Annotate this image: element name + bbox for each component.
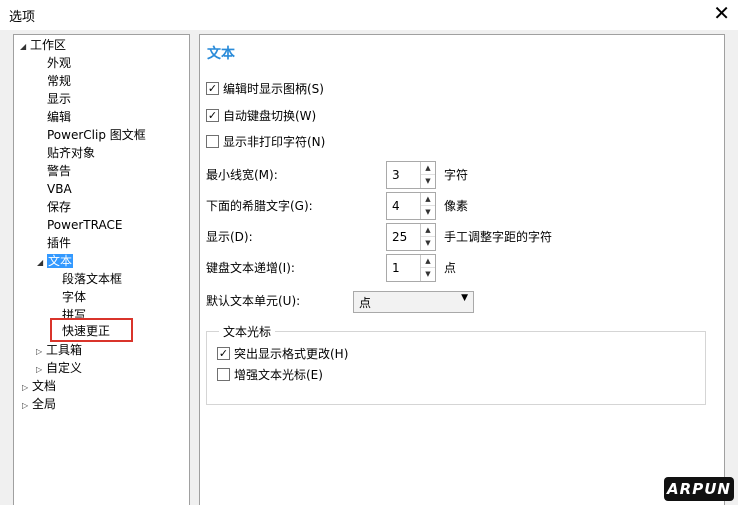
spin-up-icon[interactable]: ▲	[421, 224, 435, 237]
tree-item-text[interactable]: ◢ 文本	[37, 252, 74, 272]
default-unit-select[interactable]: 点 ▼	[353, 291, 474, 313]
tree-item-snap[interactable]: 贴齐对象	[47, 144, 95, 162]
greek-text-unit: 像素	[444, 199, 469, 213]
options-tree[interactable]: ◢ 工作区 外观 常规 显示 编辑 PowerClip 图文框 贴齐对象 警告 V…	[13, 34, 190, 505]
show-handles-checkbox[interactable]	[206, 82, 219, 95]
spinner-value[interactable]: 3	[392, 168, 400, 182]
highlight-format-option[interactable]: 突出显示格式更改(H)	[217, 345, 348, 363]
keyboard-increment-unit: 点	[444, 261, 457, 275]
dropdown-arrow-icon[interactable]: ▼	[461, 293, 468, 303]
tree-item-vba[interactable]: VBA	[47, 180, 72, 198]
tree-item-global[interactable]: ▷ 全局	[22, 395, 56, 413]
spin-down-icon[interactable]: ▼	[421, 268, 435, 281]
tree-item-powertrace[interactable]: PowerTRACE	[47, 216, 122, 234]
tree-item-customize[interactable]: ▷ 自定义	[36, 359, 82, 377]
spin-down-icon[interactable]: ▼	[421, 206, 435, 219]
display-unit: 手工调整字距的字符	[444, 230, 553, 244]
tree-item-display[interactable]: 显示	[47, 90, 71, 108]
spinner-value[interactable]: 1	[392, 261, 400, 275]
show-handles-option[interactable]: 编辑时显示图柄(S)	[206, 80, 324, 98]
tree-item-general[interactable]: 常规	[47, 72, 71, 90]
spinner-value[interactable]: 4	[392, 199, 400, 213]
tree-item-toolbox[interactable]: ▷ 工具箱	[36, 341, 82, 359]
display-label: 显示(D):	[206, 230, 253, 244]
enhanced-cursor-checkbox[interactable]	[217, 368, 230, 381]
min-line-width-spinner[interactable]: 3 ▲ ▼	[386, 161, 436, 189]
expand-icon[interactable]: ◢	[20, 38, 30, 56]
panel-title: 文本	[207, 46, 235, 62]
nonprinting-chars-option[interactable]: 显示非打印字符(N)	[206, 133, 325, 151]
spin-down-icon[interactable]: ▼	[421, 175, 435, 188]
tree-item-document[interactable]: ▷ 文档	[22, 377, 56, 395]
greek-text-label: 下面的希腊文字(G):	[206, 199, 313, 213]
group-title: 文本光标	[219, 323, 276, 340]
spin-down-icon[interactable]: ▼	[421, 237, 435, 250]
text-cursor-group: 文本光标 突出显示格式更改(H) 增强文本光标(E)	[206, 323, 706, 405]
tree-item-save[interactable]: 保存	[47, 198, 71, 216]
spin-up-icon[interactable]: ▲	[421, 193, 435, 206]
tree-item-appearance[interactable]: 外观	[47, 54, 71, 72]
greek-text-spinner[interactable]: 4 ▲ ▼	[386, 192, 436, 220]
spinner-value[interactable]: 25	[392, 230, 407, 244]
keyboard-increment-spinner[interactable]: 1 ▲ ▼	[386, 254, 436, 282]
close-icon[interactable]: ✕	[713, 0, 730, 26]
expand-icon[interactable]: ▷	[22, 397, 32, 415]
select-value: 点	[359, 296, 372, 310]
collapse-icon[interactable]: ◢	[37, 254, 47, 272]
spin-up-icon[interactable]: ▲	[421, 255, 435, 268]
watermark-logo: ARPUN	[664, 477, 734, 501]
auto-keyboard-option[interactable]: 自动键盘切换(W)	[206, 107, 316, 125]
tree-item-warnings[interactable]: 警告	[47, 162, 71, 180]
min-line-width-label: 最小线宽(M):	[206, 168, 278, 182]
window-title: 选项	[9, 10, 36, 25]
min-line-width-unit: 字符	[444, 168, 469, 182]
settings-panel: 文本 编辑时显示图柄(S) 自动键盘切换(W) 显示非打印字符(N) 最小线宽(…	[199, 34, 725, 505]
enhanced-cursor-option[interactable]: 增强文本光标(E)	[217, 366, 323, 384]
tree-item-plugins[interactable]: 插件	[47, 234, 71, 252]
auto-keyboard-checkbox[interactable]	[206, 109, 219, 122]
annotation-highlight-box	[50, 318, 133, 342]
spin-up-icon[interactable]: ▲	[421, 162, 435, 175]
tree-item-powerclip[interactable]: PowerClip 图文框	[47, 126, 146, 144]
nonprinting-chars-checkbox[interactable]	[206, 135, 219, 148]
default-unit-label: 默认文本单元(U):	[206, 294, 301, 308]
tree-item-edit[interactable]: 编辑	[47, 108, 71, 126]
display-spinner[interactable]: 25 ▲ ▼	[386, 223, 436, 251]
tree-item-paragraph-frame[interactable]: 段落文本框	[62, 270, 122, 288]
highlight-format-checkbox[interactable]	[217, 347, 230, 360]
tree-item-workspace[interactable]: ◢ 工作区	[20, 36, 66, 54]
title-bar: 选项 ✕	[0, 0, 738, 30]
tree-item-fonts[interactable]: 字体	[62, 288, 86, 306]
keyboard-increment-label: 键盘文本递增(I):	[206, 261, 295, 275]
